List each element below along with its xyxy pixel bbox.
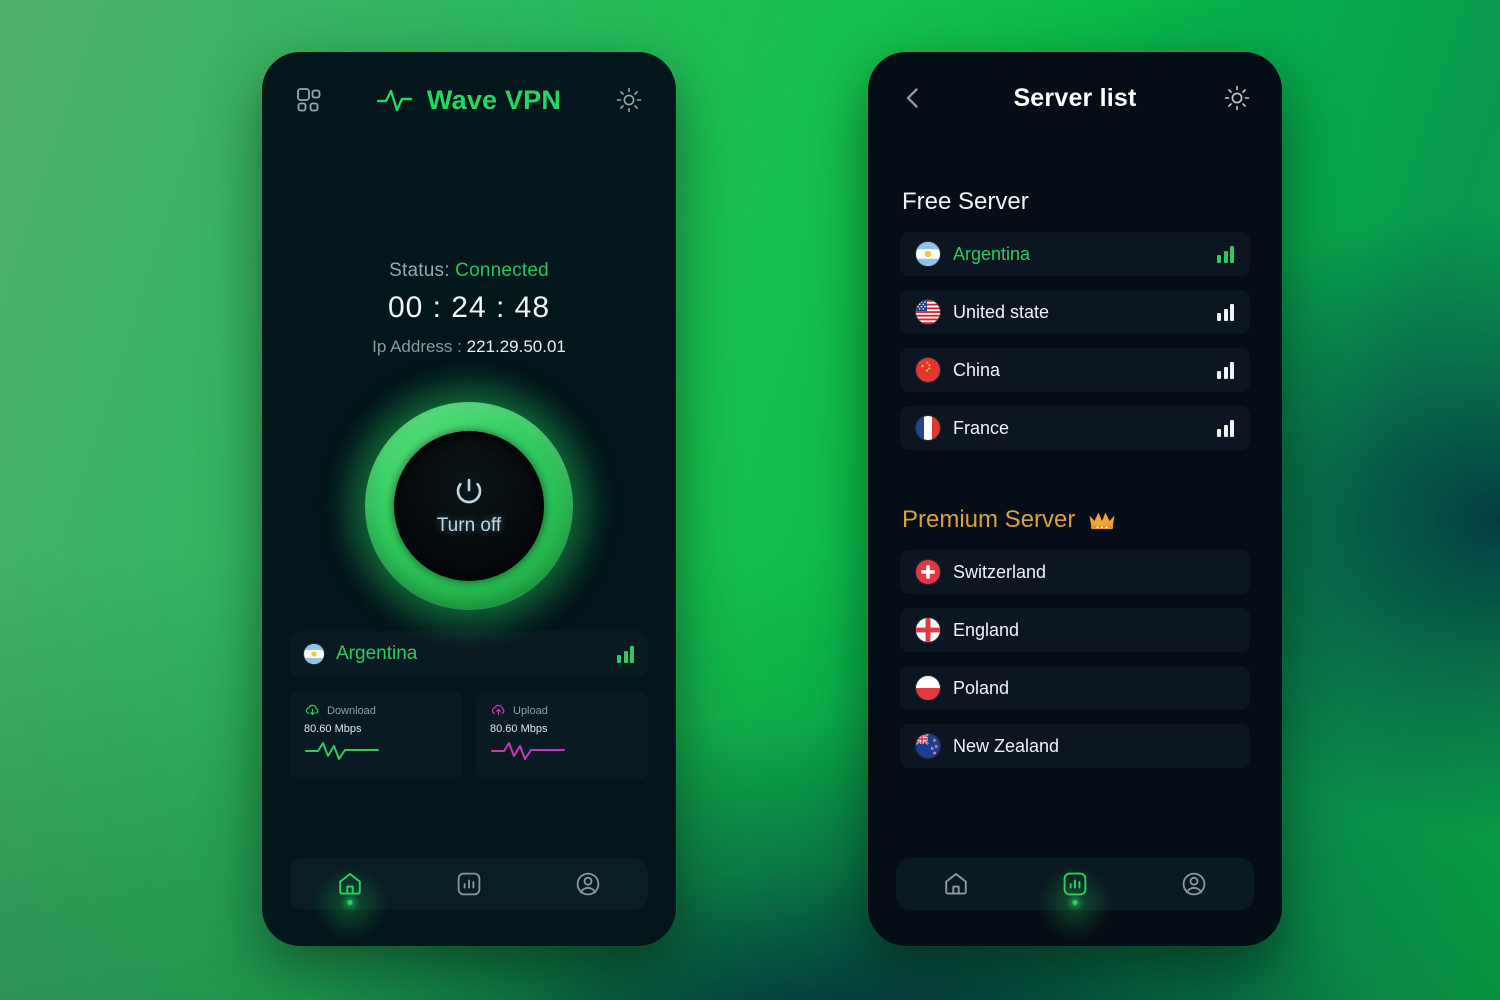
- cloud-upload-icon: [491, 704, 505, 715]
- server-name: France: [953, 417, 1010, 438]
- status-value: Connected: [455, 260, 549, 281]
- server-name: New Zealand: [953, 735, 1060, 756]
- server-item-switzerland[interactable]: Switzerland: [900, 550, 1250, 594]
- nav-stats[interactable]: [1044, 858, 1106, 910]
- free-server-list: Argentina United state China France: [868, 232, 1282, 450]
- server-item-united-state[interactable]: United state: [900, 290, 1250, 334]
- flag-poland: [916, 676, 940, 700]
- home-icon: [338, 873, 361, 895]
- nav-home[interactable]: [319, 858, 381, 910]
- upload-waveform-icon: [490, 739, 634, 766]
- download-speed-card: Download 80.60 Mbps: [290, 691, 462, 779]
- connection-timer: 00 : 24 : 48: [387, 291, 551, 324]
- status-label: Status:: [389, 260, 450, 281]
- download-value: 80.60 Mbps: [304, 723, 362, 735]
- stats-chart-icon: [457, 872, 481, 896]
- power-button-inner: Turn off: [394, 431, 544, 581]
- brand-name: Wave VPN: [426, 84, 562, 115]
- premium-server-heading: Premium Server: [868, 506, 1282, 534]
- home-header: Wave VPN: [262, 52, 676, 148]
- signal-bars-icon: [1217, 419, 1234, 437]
- server-name: Switzerland: [953, 561, 1047, 582]
- home-bottom-panel: Argentina Download 80.60 Mbps Upload 80.…: [262, 631, 676, 779]
- flag-england: [916, 618, 940, 642]
- profile-account-icon: [577, 872, 600, 896]
- speed-stats: Download 80.60 Mbps Upload 80.60 Mbps: [290, 691, 648, 779]
- flag-argentina: [916, 242, 940, 266]
- nav-active-dot: [1072, 900, 1078, 905]
- flag-usa: [916, 300, 940, 324]
- pulse-wave-icon: [376, 89, 413, 112]
- flag-newzealand: [916, 734, 940, 758]
- upload-speed-card: Upload 80.60 Mbps: [476, 691, 648, 779]
- ip-address-line: Ip Address : 221.29.50.01: [262, 337, 676, 357]
- power-button-area: Turn off: [262, 361, 676, 651]
- brand-logo: Wave VPN: [328, 85, 610, 116]
- page-title: Server list: [1013, 83, 1137, 112]
- sun-brightness-icon[interactable]: [610, 81, 648, 119]
- server-item-china[interactable]: China: [900, 348, 1250, 392]
- premium-server-label: Premium Server: [902, 506, 1076, 533]
- server-name: Poland: [953, 677, 1010, 698]
- upload-value: 80.60 Mbps: [490, 723, 548, 735]
- server-list-bottom-nav: [896, 858, 1254, 910]
- signal-bars-icon: [1217, 303, 1234, 321]
- status-line: Status: Connected: [262, 260, 676, 282]
- nav-active-dot: [347, 900, 353, 905]
- grid-dashboard-icon[interactable]: [290, 81, 328, 119]
- flag-argentina: [304, 644, 324, 664]
- server-item-france[interactable]: France: [900, 406, 1250, 450]
- server-name: United state: [953, 301, 1050, 322]
- signal-bars-icon: [1217, 361, 1234, 379]
- nav-profile[interactable]: [557, 858, 619, 910]
- power-button-label: Turn off: [436, 515, 502, 536]
- phone-server-list-screen: Server list Free Server Argentina United…: [868, 52, 1282, 946]
- server-list-header: Server list: [868, 52, 1282, 144]
- flag-france: [916, 416, 940, 440]
- signal-bars-icon: [617, 645, 634, 663]
- connection-status-block: Status: Connected 00 : 24 : 48 Ip Addres…: [262, 260, 676, 357]
- premium-server-list: Switzerland England Poland New Zealand: [868, 550, 1282, 768]
- crown-icon: [1089, 512, 1115, 530]
- server-name: England: [953, 619, 1020, 640]
- phone-home-screen: Wave VPN Status: Connected 00 : 24 : 48 …: [262, 52, 676, 946]
- server-name: China: [953, 359, 1001, 380]
- power-icon: [456, 478, 482, 504]
- flag-switzerland: [916, 560, 940, 584]
- home-icon: [944, 873, 967, 895]
- nav-profile[interactable]: [1163, 858, 1225, 910]
- ip-address-value: 221.29.50.01: [466, 337, 566, 356]
- free-server-heading: Free Server: [902, 188, 1029, 215]
- stats-chart-icon: [1063, 872, 1087, 896]
- nav-stats[interactable]: [438, 858, 500, 910]
- download-waveform-icon: [304, 739, 448, 766]
- home-bottom-nav: [290, 858, 648, 910]
- server-item-new-zealand[interactable]: New Zealand: [900, 724, 1250, 768]
- sun-brightness-icon[interactable]: [1218, 79, 1256, 117]
- cloud-download-icon: [305, 704, 319, 715]
- download-label: Download: [327, 704, 376, 717]
- upload-label: Upload: [513, 704, 548, 717]
- profile-account-icon: [1183, 872, 1206, 896]
- server-item-argentina[interactable]: Argentina: [900, 232, 1250, 276]
- server-item-poland[interactable]: Poland: [900, 666, 1250, 710]
- ip-address-label: Ip Address :: [372, 337, 462, 356]
- server-item-england[interactable]: England: [900, 608, 1250, 652]
- power-toggle-button[interactable]: Turn off: [365, 402, 573, 610]
- flag-china: [916, 358, 940, 382]
- signal-bars-icon: [1217, 245, 1234, 263]
- server-name: Argentina: [953, 243, 1031, 264]
- chevron-left-icon[interactable]: [894, 79, 932, 117]
- nav-home[interactable]: [925, 858, 987, 910]
